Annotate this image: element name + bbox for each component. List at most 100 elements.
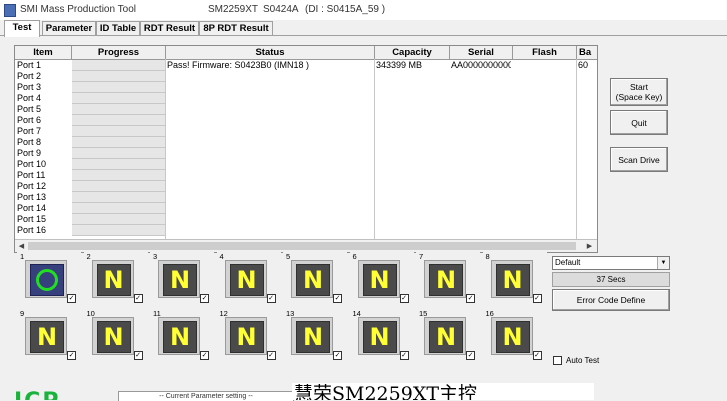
scroll-right-icon[interactable]: ▶ xyxy=(584,241,595,252)
port-tile[interactable]: 2 N ✓ xyxy=(83,252,148,306)
port-status-display: N xyxy=(96,264,131,296)
di-label: (DI : S0415A_59 ) xyxy=(305,4,386,15)
port-status-frame: N xyxy=(490,260,533,298)
port-state-letter: N xyxy=(302,266,324,294)
port-tile[interactable]: 7 N ✓ xyxy=(416,252,480,306)
port-enable-checkbox[interactable]: ✓ xyxy=(200,294,209,303)
scrollbar-thumb[interactable] xyxy=(28,242,576,250)
port-tile[interactable]: 15 N ✓ xyxy=(416,309,480,363)
port-status-frame: N xyxy=(291,317,333,355)
auto-test-checkbox[interactable] xyxy=(553,356,562,366)
port-enable-checkbox[interactable]: ✓ xyxy=(67,351,76,360)
port-status-display: N xyxy=(495,321,530,353)
row-item: Port 8 xyxy=(17,137,42,147)
app-title: SMI Mass Production Tool xyxy=(20,4,136,15)
scan-drive-button[interactable]: Scan Drive xyxy=(610,147,668,172)
port-enable-checkbox[interactable]: ✓ xyxy=(532,351,542,360)
column-divider xyxy=(576,59,577,239)
port-number: 9 xyxy=(20,309,25,318)
port-tile[interactable]: 16 N ✓ xyxy=(482,309,547,363)
port-enable-checkbox[interactable]: ✓ xyxy=(532,294,542,303)
col-header-progress[interactable]: Progress xyxy=(72,46,166,60)
port-tile[interactable]: 11 N ✓ xyxy=(150,309,214,363)
port-enable-checkbox[interactable]: ✓ xyxy=(200,351,209,360)
port-tile[interactable]: 12 N ✓ xyxy=(216,309,281,363)
error-code-define-button[interactable]: Error Code Define xyxy=(552,289,670,311)
row-item: Port 4 xyxy=(17,93,42,103)
horizontal-scrollbar[interactable]: ◀ ▶ xyxy=(15,239,597,252)
port-tile[interactable]: 10 N ✓ xyxy=(83,309,148,363)
port-enable-checkbox[interactable]: ✓ xyxy=(67,294,76,303)
parameter-select[interactable]: Default ▼ xyxy=(552,256,670,270)
row-item: Port 10 xyxy=(17,159,47,169)
port-status-frame: N xyxy=(357,317,400,355)
col-header-item[interactable]: Item xyxy=(15,46,72,60)
row-serial: AA0000000000000 xyxy=(451,60,511,70)
port-tile[interactable]: 13 N ✓ xyxy=(283,309,347,363)
tab-8p-rdt-result[interactable]: 8P RDT Result xyxy=(199,21,273,36)
port-tile[interactable]: 3 N ✓ xyxy=(150,252,214,306)
col-header-status[interactable]: Status xyxy=(166,46,375,60)
row-progress-bar xyxy=(72,148,165,159)
port-enable-checkbox[interactable]: ✓ xyxy=(333,294,342,303)
port-status-display: N xyxy=(362,264,397,296)
port-tile[interactable]: 5 N ✓ xyxy=(283,252,347,306)
port-enable-checkbox[interactable]: ✓ xyxy=(466,351,475,360)
start-button[interactable]: Start (Space Key) xyxy=(610,78,668,106)
port-status-frame: N xyxy=(357,260,400,298)
auto-test-option[interactable]: Auto Test xyxy=(553,356,599,366)
port-enable-checkbox[interactable]: ✓ xyxy=(466,294,475,303)
row-progress-bar xyxy=(72,181,165,192)
overlay-caption: 慧荣SM2259XT主控 xyxy=(292,383,594,400)
port-status-grid[interactable]: Item Progress Status Capacity Serial Fla… xyxy=(14,45,598,253)
tab-rdt-result[interactable]: RDT Result xyxy=(140,21,199,36)
port-enable-checkbox[interactable]: ✓ xyxy=(133,351,143,360)
port-tile[interactable]: 14 N ✓ xyxy=(349,309,414,363)
row-item: Port 3 xyxy=(17,82,42,92)
port-enable-checkbox[interactable]: ✓ xyxy=(399,294,409,303)
port-status-frame: N xyxy=(158,317,200,355)
port-state-letter: N xyxy=(103,323,124,351)
col-header-ba[interactable]: Ba xyxy=(577,46,597,60)
elapsed-time: 37 Secs xyxy=(552,272,670,287)
tab-parameter[interactable]: Parameter xyxy=(42,21,96,36)
port-number: 6 xyxy=(352,252,357,261)
port-status-display: N xyxy=(429,264,463,296)
port-status-frame: N xyxy=(224,260,267,298)
port-enable-checkbox[interactable]: ✓ xyxy=(333,351,342,360)
col-header-capacity[interactable]: Capacity xyxy=(375,46,450,60)
port-status-display: N xyxy=(296,264,330,296)
firmware-version: S0424A xyxy=(263,4,299,15)
quit-button[interactable]: Quit xyxy=(610,110,668,135)
port-enable-checkbox[interactable]: ✓ xyxy=(266,351,276,360)
port-tile[interactable]: 6 N ✓ xyxy=(349,252,414,306)
col-header-serial[interactable]: Serial xyxy=(450,46,513,60)
tab-test[interactable]: Test xyxy=(4,20,40,37)
port-state-letter: N xyxy=(169,266,191,294)
port-number: 2 xyxy=(86,252,91,261)
port-status-frame xyxy=(25,260,67,298)
port-tile[interactable]: 1 ✓ xyxy=(17,252,81,306)
tab-id-table[interactable]: ID Table xyxy=(96,21,140,36)
controller-model: SM2259XT xyxy=(208,4,259,15)
column-divider xyxy=(165,59,166,239)
port-enable-checkbox[interactable]: ✓ xyxy=(266,294,276,303)
port-enable-checkbox[interactable]: ✓ xyxy=(133,294,143,303)
row-item: Port 6 xyxy=(17,115,42,125)
port-status-frame: N xyxy=(291,260,333,298)
port-status-display: N xyxy=(229,321,264,353)
port-enable-checkbox[interactable]: ✓ xyxy=(399,351,409,360)
scroll-left-icon[interactable]: ◀ xyxy=(16,241,27,252)
port-state-letter: N xyxy=(236,266,257,294)
row-progress-bar xyxy=(72,126,165,137)
row-item: Port 12 xyxy=(17,181,47,191)
port-number: 3 xyxy=(153,252,158,261)
port-state-letter: N xyxy=(169,323,191,351)
port-tile[interactable]: 8 N ✓ xyxy=(482,252,547,306)
row-item: Port 13 xyxy=(17,192,47,202)
port-tile[interactable]: 9 N ✓ xyxy=(17,309,81,363)
port-tile[interactable]: 4 N ✓ xyxy=(216,252,281,306)
col-header-flash[interactable]: Flash xyxy=(513,46,577,60)
row-item: Port 2 xyxy=(17,71,42,81)
chevron-down-icon[interactable]: ▼ xyxy=(657,257,669,269)
